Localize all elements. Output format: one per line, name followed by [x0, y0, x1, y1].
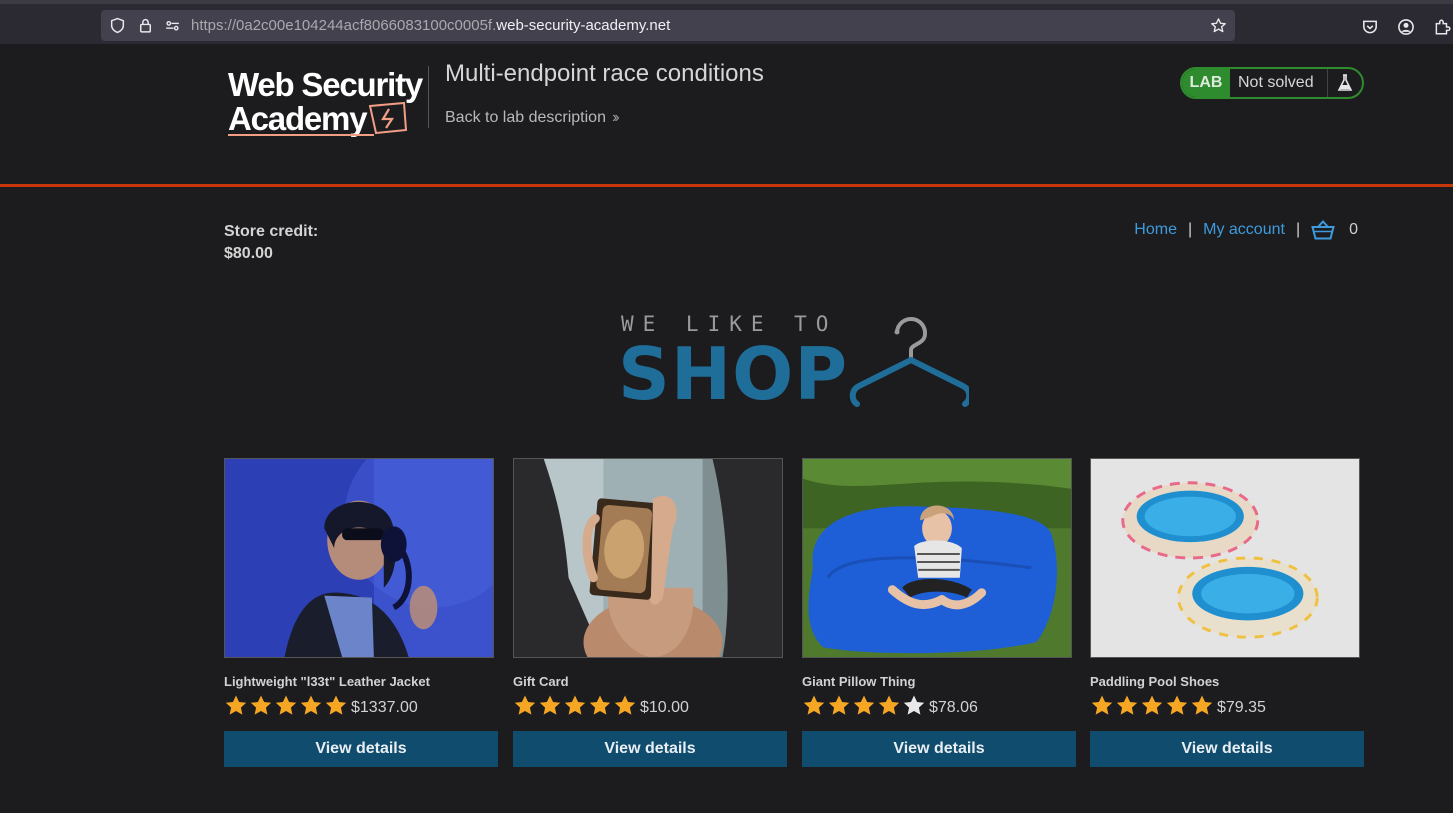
product-card: Gift Card $10.00 View details — [513, 458, 787, 767]
site-permissions-icon[interactable] — [164, 17, 181, 34]
filled-star-icon — [853, 695, 875, 715]
filled-star-icon — [1166, 695, 1188, 715]
header-divider — [428, 66, 429, 128]
filled-star-icon — [275, 695, 297, 715]
filled-star-icon — [325, 695, 347, 715]
product-name: Paddling Pool Shoes — [1090, 674, 1220, 689]
cart-count: 0 — [1349, 221, 1358, 238]
beaker-icon — [1328, 69, 1362, 97]
lab-badge: LAB — [1182, 69, 1230, 97]
filled-star-icon — [300, 695, 322, 715]
filled-star-icon — [828, 695, 850, 715]
product-card: Paddling Pool Shoes $79.35 View details — [1090, 458, 1364, 767]
clothes-hanger-icon — [849, 316, 969, 407]
lab-status-text: Not solved — [1230, 69, 1328, 97]
url-domain: web-security-academy.net — [496, 17, 671, 34]
cart-link[interactable]: 0 — [1311, 220, 1358, 240]
view-details-button[interactable]: View details — [1090, 731, 1364, 767]
filled-star-icon — [878, 695, 900, 715]
filled-star-icon — [1141, 695, 1163, 715]
filled-star-icon — [589, 695, 611, 715]
top-navigation: Home | My account | 0 — [1134, 220, 1358, 240]
product-card: Giant Pillow Thing $78.06 View details — [802, 458, 1076, 767]
filled-star-icon — [250, 695, 272, 715]
product-price: $10.00 — [640, 698, 689, 716]
lab-title: Multi-endpoint race conditions — [445, 60, 764, 87]
banner-title: SHOP — [618, 332, 849, 416]
nav-separator: | — [1187, 221, 1193, 238]
lock-icon[interactable] — [137, 17, 154, 34]
product-rating: $78.06 — [802, 693, 1076, 717]
view-details-button[interactable]: View details — [513, 731, 787, 767]
nav-separator: | — [1295, 221, 1301, 238]
product-image-giant-pillow[interactable] — [802, 458, 1072, 658]
filled-star-icon — [1091, 695, 1113, 715]
url-text[interactable]: https://0a2c00e104244acf8066083100c0005f… — [191, 17, 670, 34]
product-rating: $79.35 — [1090, 693, 1364, 717]
product-price: $78.06 — [929, 698, 978, 716]
shop-banner: WE LIKE TO SHOP — [618, 312, 970, 414]
filled-star-icon — [514, 695, 536, 715]
product-price: $1337.00 — [351, 698, 418, 716]
back-to-description-link[interactable]: Back to lab description ›› — [445, 109, 619, 127]
web-security-academy-logo[interactable]: Web Security Academy — [226, 66, 426, 138]
extensions-icon[interactable] — [1433, 18, 1451, 36]
basket-icon — [1311, 220, 1335, 240]
filled-star-icon — [539, 695, 561, 715]
bookmark-star-icon[interactable] — [1210, 17, 1227, 34]
product-card: Lightweight "l33t" Leather Jacket $1337.… — [224, 458, 498, 767]
nav-my-account-link[interactable]: My account — [1203, 221, 1285, 239]
nav-home-link[interactable]: Home — [1134, 221, 1177, 239]
product-rating: $1337.00 — [224, 693, 498, 717]
logo-line2: Academy — [228, 100, 368, 137]
shield-icon[interactable] — [109, 17, 126, 34]
product-rating: $10.00 — [513, 693, 787, 717]
store-credit-label: Store credit: — [224, 223, 319, 240]
browser-toolbar: https://0a2c00e104244acf8066083100c0005f… — [0, 0, 1453, 44]
view-details-button[interactable]: View details — [802, 731, 1076, 767]
product-name: Gift Card — [513, 674, 569, 689]
lab-status-widget: LAB Not solved — [1180, 67, 1364, 99]
filled-star-icon — [1191, 695, 1213, 715]
product-image-paddling-pool[interactable] — [1090, 458, 1360, 658]
product-image-leather-jacket[interactable] — [224, 458, 494, 658]
filled-star-icon — [564, 695, 586, 715]
pocket-icon[interactable] — [1361, 18, 1379, 36]
product-price: $79.35 — [1217, 698, 1266, 716]
store-credit: Store credit: $80.00 — [224, 221, 318, 265]
filled-star-icon — [225, 695, 247, 715]
filled-star-icon — [614, 695, 636, 715]
double-chevron-icon: ›› — [611, 109, 619, 126]
address-bar[interactable]: https://0a2c00e104244acf8066083100c0005f… — [101, 10, 1235, 41]
product-image-gift-card[interactable] — [513, 458, 783, 658]
back-link-label: Back to lab description — [445, 109, 606, 126]
logo-bolt-shape — [381, 108, 395, 129]
product-name: Lightweight "l33t" Leather Jacket — [224, 674, 430, 689]
url-prefix: https://0a2c00e104244acf8066083100c0005f… — [191, 17, 497, 34]
view-details-button[interactable]: View details — [224, 731, 498, 767]
filled-star-icon — [803, 695, 825, 715]
empty-star-icon — [903, 695, 925, 715]
lab-header: Web Security Academy Multi-endpoint race… — [0, 44, 1453, 187]
account-icon[interactable] — [1397, 18, 1415, 36]
logo-line1: Web Security — [228, 66, 424, 103]
store-credit-value: $80.00 — [224, 245, 273, 262]
filled-star-icon — [1116, 695, 1138, 715]
product-name: Giant Pillow Thing — [802, 674, 916, 689]
